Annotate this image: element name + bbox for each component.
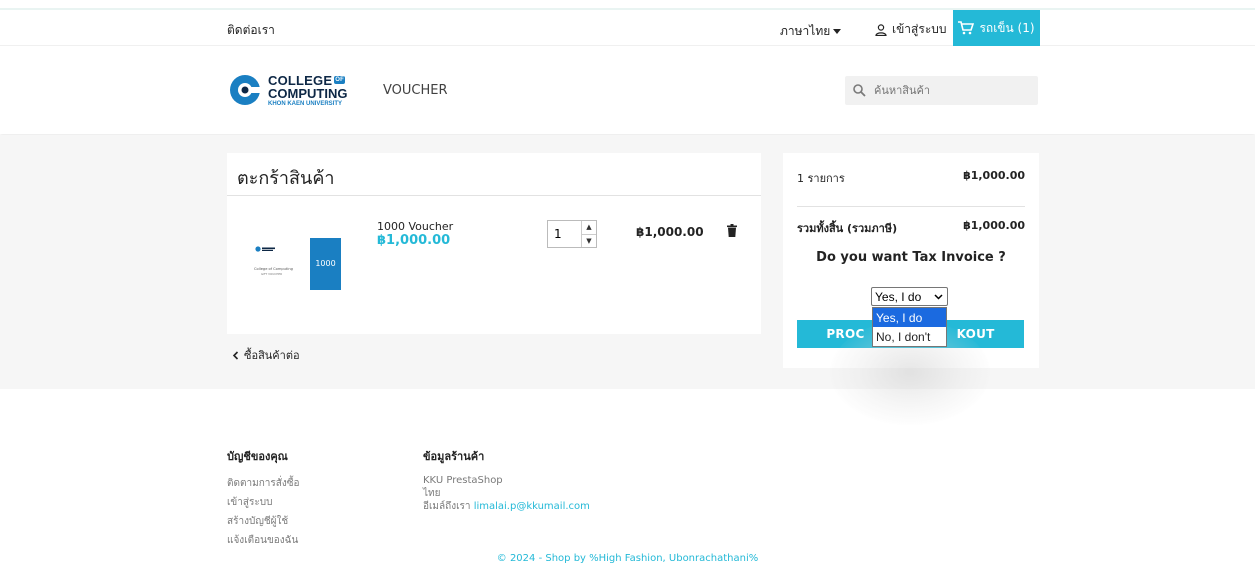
top-bar: ติดต่อเรา ภาษาไทย เข้าสู่ระบบ รถเข็น (1) bbox=[0, 10, 1255, 46]
language-label: ภาษาไทย bbox=[780, 24, 831, 38]
product-image-subtext: GIFT VOUCHER bbox=[261, 272, 282, 276]
store-name: KKU PrestaShop bbox=[423, 475, 503, 486]
product-image[interactable]: College of Computing GIFT VOUCHER 1000 bbox=[251, 238, 341, 293]
tax-invoice-select-value: Yes, I do bbox=[875, 289, 922, 304]
cart-button[interactable]: รถเข็น (1) bbox=[953, 10, 1040, 46]
quantity-stepper[interactable]: ▲ ▼ bbox=[547, 220, 597, 248]
product-price: ฿1,000.00 bbox=[377, 233, 451, 248]
quantity-input[interactable] bbox=[548, 221, 581, 247]
contact-link[interactable]: ติดต่อเรา bbox=[227, 21, 275, 40]
user-icon bbox=[875, 23, 887, 36]
store-email-link[interactable]: limalai.p@kkumail.com bbox=[474, 501, 590, 512]
store-email-label: อีเมล์ถึงเรา bbox=[423, 501, 471, 512]
product-image-text: College of Computing bbox=[254, 267, 293, 271]
shopping-cart-icon bbox=[958, 21, 975, 35]
tax-invoice-select[interactable]: Yes, I do bbox=[871, 287, 948, 306]
product-image-value: 1000 bbox=[315, 259, 335, 268]
footer-account-title: บัญชีของคุณ bbox=[227, 450, 288, 463]
continue-shopping-link[interactable]: ซื้อสินค้าต่อ bbox=[232, 346, 300, 364]
trash-icon[interactable] bbox=[727, 224, 737, 237]
college-logo[interactable]: COLLEGE OF COMPUTING KHON KAEN UNIVERSITY bbox=[228, 73, 347, 107]
footer-link-my-alerts[interactable]: แจ้งเตือนของฉัน bbox=[227, 531, 300, 550]
search-input[interactable] bbox=[874, 84, 1024, 97]
footer-account-column: บัญชีของคุณ ติดตามการสั่งซื้อ เข้าสู่ระบ… bbox=[227, 447, 300, 550]
logo-of-badge: OF bbox=[334, 76, 345, 84]
store-country: ไทย bbox=[423, 488, 441, 499]
main-content: ตะกร้าสินค้า College of Computing GIFT V… bbox=[0, 135, 1255, 389]
logo-mark-icon bbox=[230, 75, 262, 105]
footer-store-title: ข้อมูลร้านค้า bbox=[423, 450, 485, 463]
summary-total-label: รวมทั้งสิ้น (รวมภาษี) bbox=[797, 222, 898, 235]
signin-label: เข้าสู่ระบบ bbox=[892, 22, 947, 36]
page-title: ตะกร้าสินค้า bbox=[237, 168, 335, 189]
tax-invoice-options: Yes, I do No, I don't bbox=[872, 307, 947, 347]
continue-shopping-label: ซื้อสินค้าต่อ bbox=[244, 349, 300, 362]
logo-computing-text: COMPUTING bbox=[268, 85, 348, 101]
summary-items-value: ฿1,000.00 bbox=[963, 169, 1025, 182]
line-total: ฿1,000.00 bbox=[636, 225, 704, 239]
summary-total-value: ฿1,000.00 bbox=[963, 219, 1025, 232]
copyright-text[interactable]: © 2024 - Shop by %High Fashion, Ubonrach… bbox=[0, 553, 1255, 564]
summary-items-row: 1 รายการ ฿1,000.00 bbox=[797, 169, 1025, 187]
increment-icon[interactable]: ▲ bbox=[582, 221, 596, 235]
summary-total-row: รวมทั้งสิ้น (รวมภาษี) ฿1,000.00 bbox=[797, 219, 1025, 237]
nav-item-voucher[interactable]: VOUCHER bbox=[383, 83, 448, 98]
decrement-icon[interactable]: ▼ bbox=[582, 235, 596, 248]
chevron-left-icon bbox=[232, 350, 239, 360]
logo-college-text: COLLEGE bbox=[268, 72, 333, 88]
footer-store-column: ข้อมูลร้านค้า KKU PrestaShop ไทย อีเมล์ถ… bbox=[423, 447, 590, 513]
store-email-row: อีเมล์ถึงเรา limalai.p@kkumail.com bbox=[423, 500, 590, 513]
footer-link-create-account[interactable]: สร้างบัญชีผู้ใช้ bbox=[227, 512, 300, 531]
signin-link[interactable]: เข้าสู่ระบบ bbox=[875, 20, 947, 39]
search-box[interactable] bbox=[845, 76, 1038, 105]
tax-option-yes[interactable]: Yes, I do bbox=[873, 308, 946, 327]
tax-invoice-question: Do you want Tax Invoice ? bbox=[816, 250, 1006, 265]
cart-panel: ตะกร้าสินค้า College of Computing GIFT V… bbox=[227, 153, 761, 334]
footer-link-signin[interactable]: เข้าสู่ระบบ bbox=[227, 493, 300, 512]
cart-button-label: รถเข็น (1) bbox=[979, 20, 1035, 35]
search-icon[interactable] bbox=[853, 84, 866, 97]
divider bbox=[227, 195, 761, 196]
summary-items-label: 1 รายการ bbox=[797, 172, 845, 185]
divider bbox=[797, 206, 1025, 207]
logo-university-text: KHON KAEN UNIVERSITY bbox=[268, 100, 343, 107]
product-name[interactable]: 1000 Voucher bbox=[377, 220, 453, 233]
tax-option-no[interactable]: No, I don't bbox=[873, 327, 946, 346]
caret-down-icon bbox=[833, 29, 842, 34]
footer-link-order-tracking[interactable]: ติดตามการสั่งซื้อ bbox=[227, 474, 300, 493]
site-header: COLLEGE OF COMPUTING KHON KAEN UNIVERSITY… bbox=[0, 46, 1255, 134]
chevron-down-icon bbox=[934, 293, 943, 300]
language-selector[interactable]: ภาษาไทย bbox=[780, 22, 842, 41]
